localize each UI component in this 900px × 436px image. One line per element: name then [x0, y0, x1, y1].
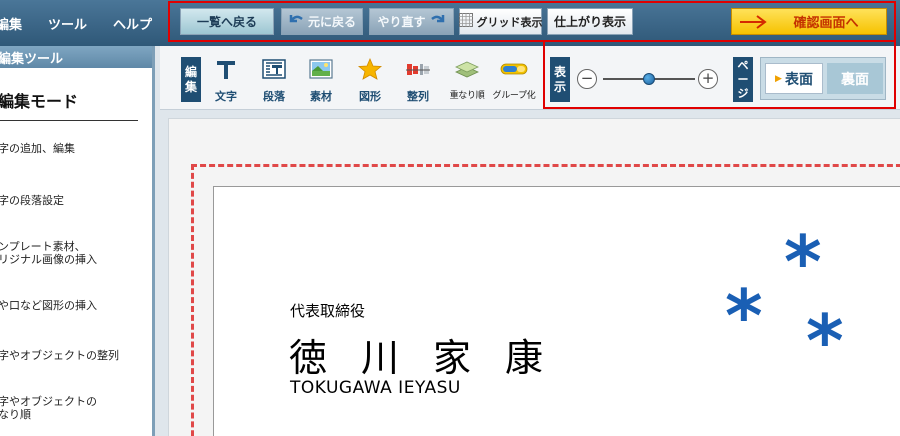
text-t-icon: [213, 58, 239, 84]
zoom-control: − +: [577, 68, 721, 90]
panel-divider: [0, 120, 138, 121]
finish-preview-label: 仕上がり表示: [553, 15, 626, 29]
tool-align-button[interactable]: 整列: [401, 58, 435, 103]
panel-header-label: 編集ツール: [0, 51, 64, 67]
tool-paragraph-button[interactable]: 段落: [257, 58, 291, 103]
card-name-char-1: 徳: [289, 336, 328, 380]
back-side-label: 裏面: [841, 71, 869, 88]
image-material-icon: [308, 58, 334, 84]
undo-arrow-icon: [288, 13, 304, 30]
card-job-title[interactable]: 代表取締役: [290, 300, 365, 321]
menu-item-edit[interactable]: 編集: [0, 14, 22, 33]
tool-text-label: 文字: [215, 90, 237, 103]
layer-order-icon: [454, 58, 480, 84]
help-item-paragraph[interactable]: 字の段落設定: [0, 194, 64, 208]
help-item-align[interactable]: 字やオブジェクトの整列: [0, 349, 119, 363]
front-side-label: 表面: [784, 71, 813, 88]
redo-arrow-icon: [430, 13, 446, 30]
tool-paragraph-label: 段落: [263, 90, 285, 103]
tool-layer-order-label: 重なり順: [449, 91, 485, 101]
card-name-char-3: 家: [433, 336, 472, 380]
view-section-label: 表示: [550, 57, 570, 102]
help-item-order-line2[interactable]: なり順: [0, 408, 31, 422]
menu-item-tools[interactable]: ツール: [48, 14, 87, 33]
zoom-out-button[interactable]: −: [577, 69, 597, 89]
edit-section-label: 編集: [181, 57, 201, 102]
back-side-tab[interactable]: 裏面: [827, 63, 883, 94]
card-name-char-2: 川: [361, 336, 400, 380]
page-section-label: ページ: [733, 57, 753, 102]
arrow-right-icon: [732, 14, 774, 30]
panel-title: 編集モード: [0, 92, 79, 111]
group-icon: [499, 58, 529, 84]
card-name-char-4: 康: [505, 336, 544, 380]
grid-icon: [458, 13, 473, 30]
finish-preview-button[interactable]: 仕上がり表示: [547, 8, 633, 35]
paragraph-icon: [261, 58, 287, 84]
grid-label: グリッド表示: [476, 15, 543, 29]
help-item-shape[interactable]: や口など図形の挿入: [0, 299, 97, 313]
help-item-template-line1[interactable]: ンプレート素材、: [0, 240, 86, 254]
redo-button[interactable]: やり直す: [369, 8, 454, 35]
selected-triangle-icon: ▶: [775, 73, 782, 84]
tool-shape-button[interactable]: 図形: [353, 57, 387, 103]
zoom-slider-handle[interactable]: [643, 73, 655, 85]
tool-shape-label: 図形: [359, 90, 381, 103]
undo-button[interactable]: 元に戻る: [281, 8, 363, 35]
logo-asterisk-right[interactable]: *: [806, 305, 844, 377]
page-side-switch: ▶ 表面 裏面: [760, 57, 886, 100]
main-menu: 編集 ツール ヘルプ: [0, 0, 178, 46]
page-section-text: ページ: [737, 58, 749, 100]
grid-toggle-button[interactable]: グリッド表示: [458, 8, 543, 35]
help-item-template-line2[interactable]: リジナル画像の挿入: [0, 253, 97, 267]
redo-label: やり直す: [377, 15, 426, 29]
tool-text-button[interactable]: 文字: [209, 58, 243, 103]
tool-material-label: 素材: [310, 90, 332, 103]
logo-asterisk-top[interactable]: *: [784, 226, 822, 298]
tool-group-label: グループ化: [492, 91, 536, 101]
view-section-text: 表示: [553, 64, 566, 94]
edit-section-text: 編集: [184, 64, 197, 94]
tool-align-label: 整列: [407, 90, 429, 103]
tool-group-button[interactable]: グループ化: [490, 58, 538, 102]
zoom-in-button[interactable]: +: [698, 69, 718, 89]
go-to-confirm-button[interactable]: 確認画面へ: [731, 8, 887, 35]
card-name-roman[interactable]: TOKUGAWA IEYASU: [290, 378, 461, 398]
front-side-tab[interactable]: ▶ 表面: [765, 63, 823, 94]
help-item-text-edit[interactable]: 字の追加、編集: [0, 142, 75, 156]
panel-header: 編集ツール: [0, 46, 152, 68]
help-item-order-line1[interactable]: 字やオブジェクトの: [0, 395, 97, 409]
tool-material-button[interactable]: 素材: [304, 58, 338, 103]
logo-asterisk-left[interactable]: *: [725, 280, 763, 352]
tool-layer-order-button[interactable]: 重なり順: [445, 58, 489, 102]
undo-label: 元に戻る: [307, 15, 356, 29]
back-to-list-button[interactable]: 一覧へ戻る: [180, 8, 274, 35]
confirm-label: 確認画面へ: [793, 16, 859, 31]
back-to-list-label: 一覧へ戻る: [196, 15, 257, 29]
card-name[interactable]: 徳川家康: [289, 327, 577, 382]
star-shape-icon: [357, 57, 383, 84]
align-icon: [405, 58, 431, 84]
menu-item-help[interactable]: ヘルプ: [113, 14, 152, 33]
